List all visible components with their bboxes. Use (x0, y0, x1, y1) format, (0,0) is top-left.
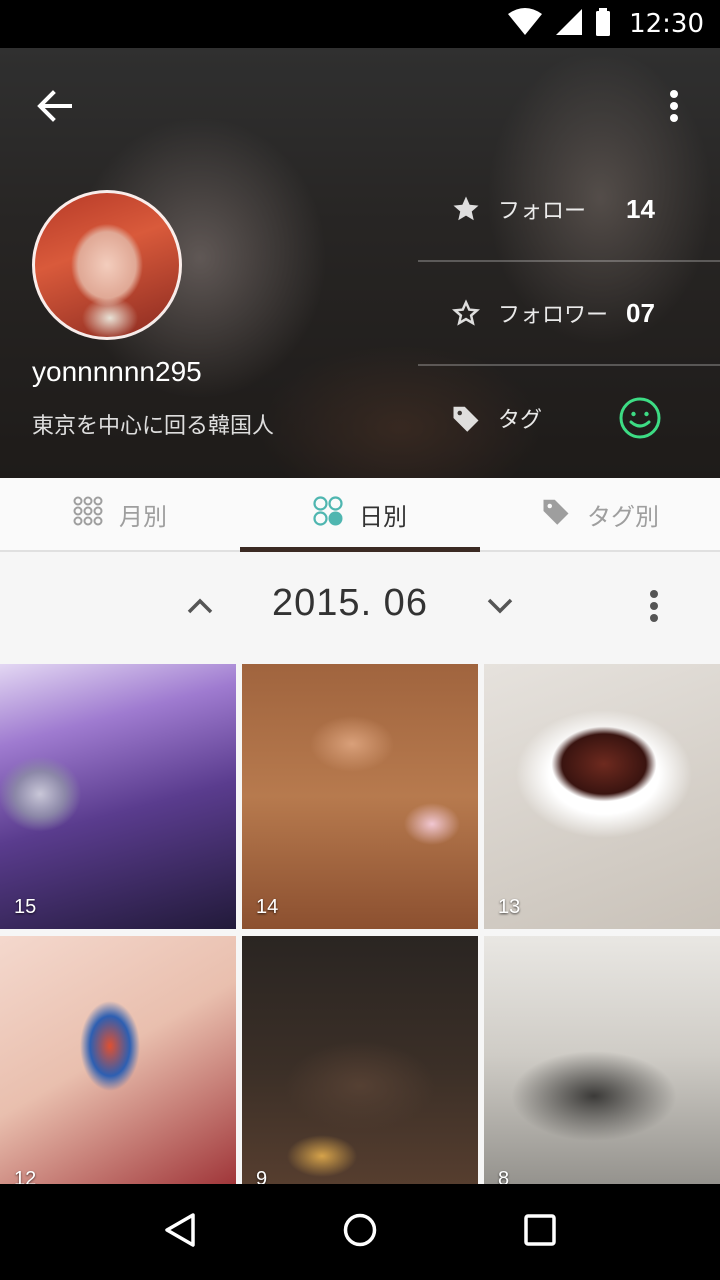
month-navigation: 2015. 06 (0, 552, 720, 664)
profile-stats: フォロー 14 フォロワー 07 タグ (418, 158, 720, 470)
star-filled-icon (450, 193, 482, 225)
nav-home-button[interactable] (320, 1192, 400, 1272)
arrow-back-icon (36, 90, 72, 126)
photo-grid: 15 14 13 12 9 8 (0, 664, 720, 1184)
recents-square-icon (523, 1213, 557, 1251)
tab-by-tag-label: タグ別 (587, 502, 659, 531)
battery-icon (595, 8, 611, 40)
photo-day-label: 9 (256, 1168, 268, 1184)
previous-month-button[interactable] (178, 586, 222, 630)
follow-count: 14 (626, 193, 655, 224)
tab-monthly[interactable]: 月別 (0, 478, 240, 550)
photo-day-label: 13 (498, 896, 521, 918)
photo-tile[interactable]: 9 (242, 936, 478, 1184)
home-circle-icon (342, 1212, 378, 1252)
photo-day-label: 8 (498, 1168, 510, 1184)
tab-daily-label: 日別 (359, 502, 407, 531)
photo-day-label: 15 (14, 896, 37, 918)
grid-dots-icon (73, 496, 103, 532)
four-circles-icon (313, 496, 343, 532)
status-icons: 12:30 (507, 0, 704, 48)
chevron-down-icon (486, 597, 514, 619)
photo-tile[interactable]: 15 (0, 664, 236, 929)
nav-recents-button[interactable] (500, 1192, 580, 1272)
photo-tile[interactable]: 14 (242, 664, 478, 929)
smile-icon (618, 396, 662, 440)
follower-count: 07 (626, 297, 655, 328)
tag-label: タグ (498, 408, 543, 433)
avatar[interactable] (32, 190, 182, 340)
more-vert-icon (669, 89, 679, 127)
wifi-icon (507, 8, 543, 40)
photo-tile[interactable]: 12 (0, 936, 236, 1184)
back-triangle-icon (163, 1212, 197, 1252)
next-month-button[interactable] (478, 586, 522, 630)
tab-monthly-label: 月別 (119, 502, 167, 531)
follow-stat[interactable]: フォロー 14 (418, 158, 720, 262)
follower-stat[interactable]: フォロワー 07 (418, 262, 720, 366)
status-bar: 12:30 (0, 0, 720, 48)
tab-daily[interactable]: 日別 (240, 478, 480, 552)
status-time: 12:30 (629, 9, 704, 39)
view-tabs: 月別 日別 タグ別 (0, 478, 720, 552)
signal-icon (555, 8, 583, 40)
profile-header: yonnnnnn295 東京を中心に回る韓国人 フォロー 14 フォロワー 07… (0, 48, 720, 478)
more-vert-icon (649, 589, 659, 627)
month-label: 2015. 06 (272, 582, 428, 624)
photo-tile[interactable]: 13 (484, 664, 720, 929)
tab-by-tag[interactable]: タグ別 (480, 478, 720, 550)
tag-stat[interactable]: タグ (418, 366, 720, 470)
photo-day-label: 14 (256, 896, 279, 918)
header-more-button[interactable] (654, 84, 694, 132)
photo-tile[interactable]: 8 (484, 936, 720, 1184)
chevron-up-icon (186, 597, 214, 619)
star-outline-icon (450, 297, 482, 329)
tag-icon (541, 496, 571, 532)
username: yonnnnnn295 (32, 356, 202, 387)
back-button[interactable] (30, 84, 78, 132)
tag-icon (450, 402, 482, 434)
follower-label: フォロワー (498, 303, 609, 328)
follow-label: フォロー (498, 199, 587, 224)
bio: 東京を中心に回る韓国人 (32, 414, 275, 439)
month-more-button[interactable] (634, 586, 674, 630)
photo-day-label: 12 (14, 1168, 37, 1184)
nav-back-button[interactable] (140, 1192, 220, 1272)
system-nav-bar (0, 1184, 720, 1280)
